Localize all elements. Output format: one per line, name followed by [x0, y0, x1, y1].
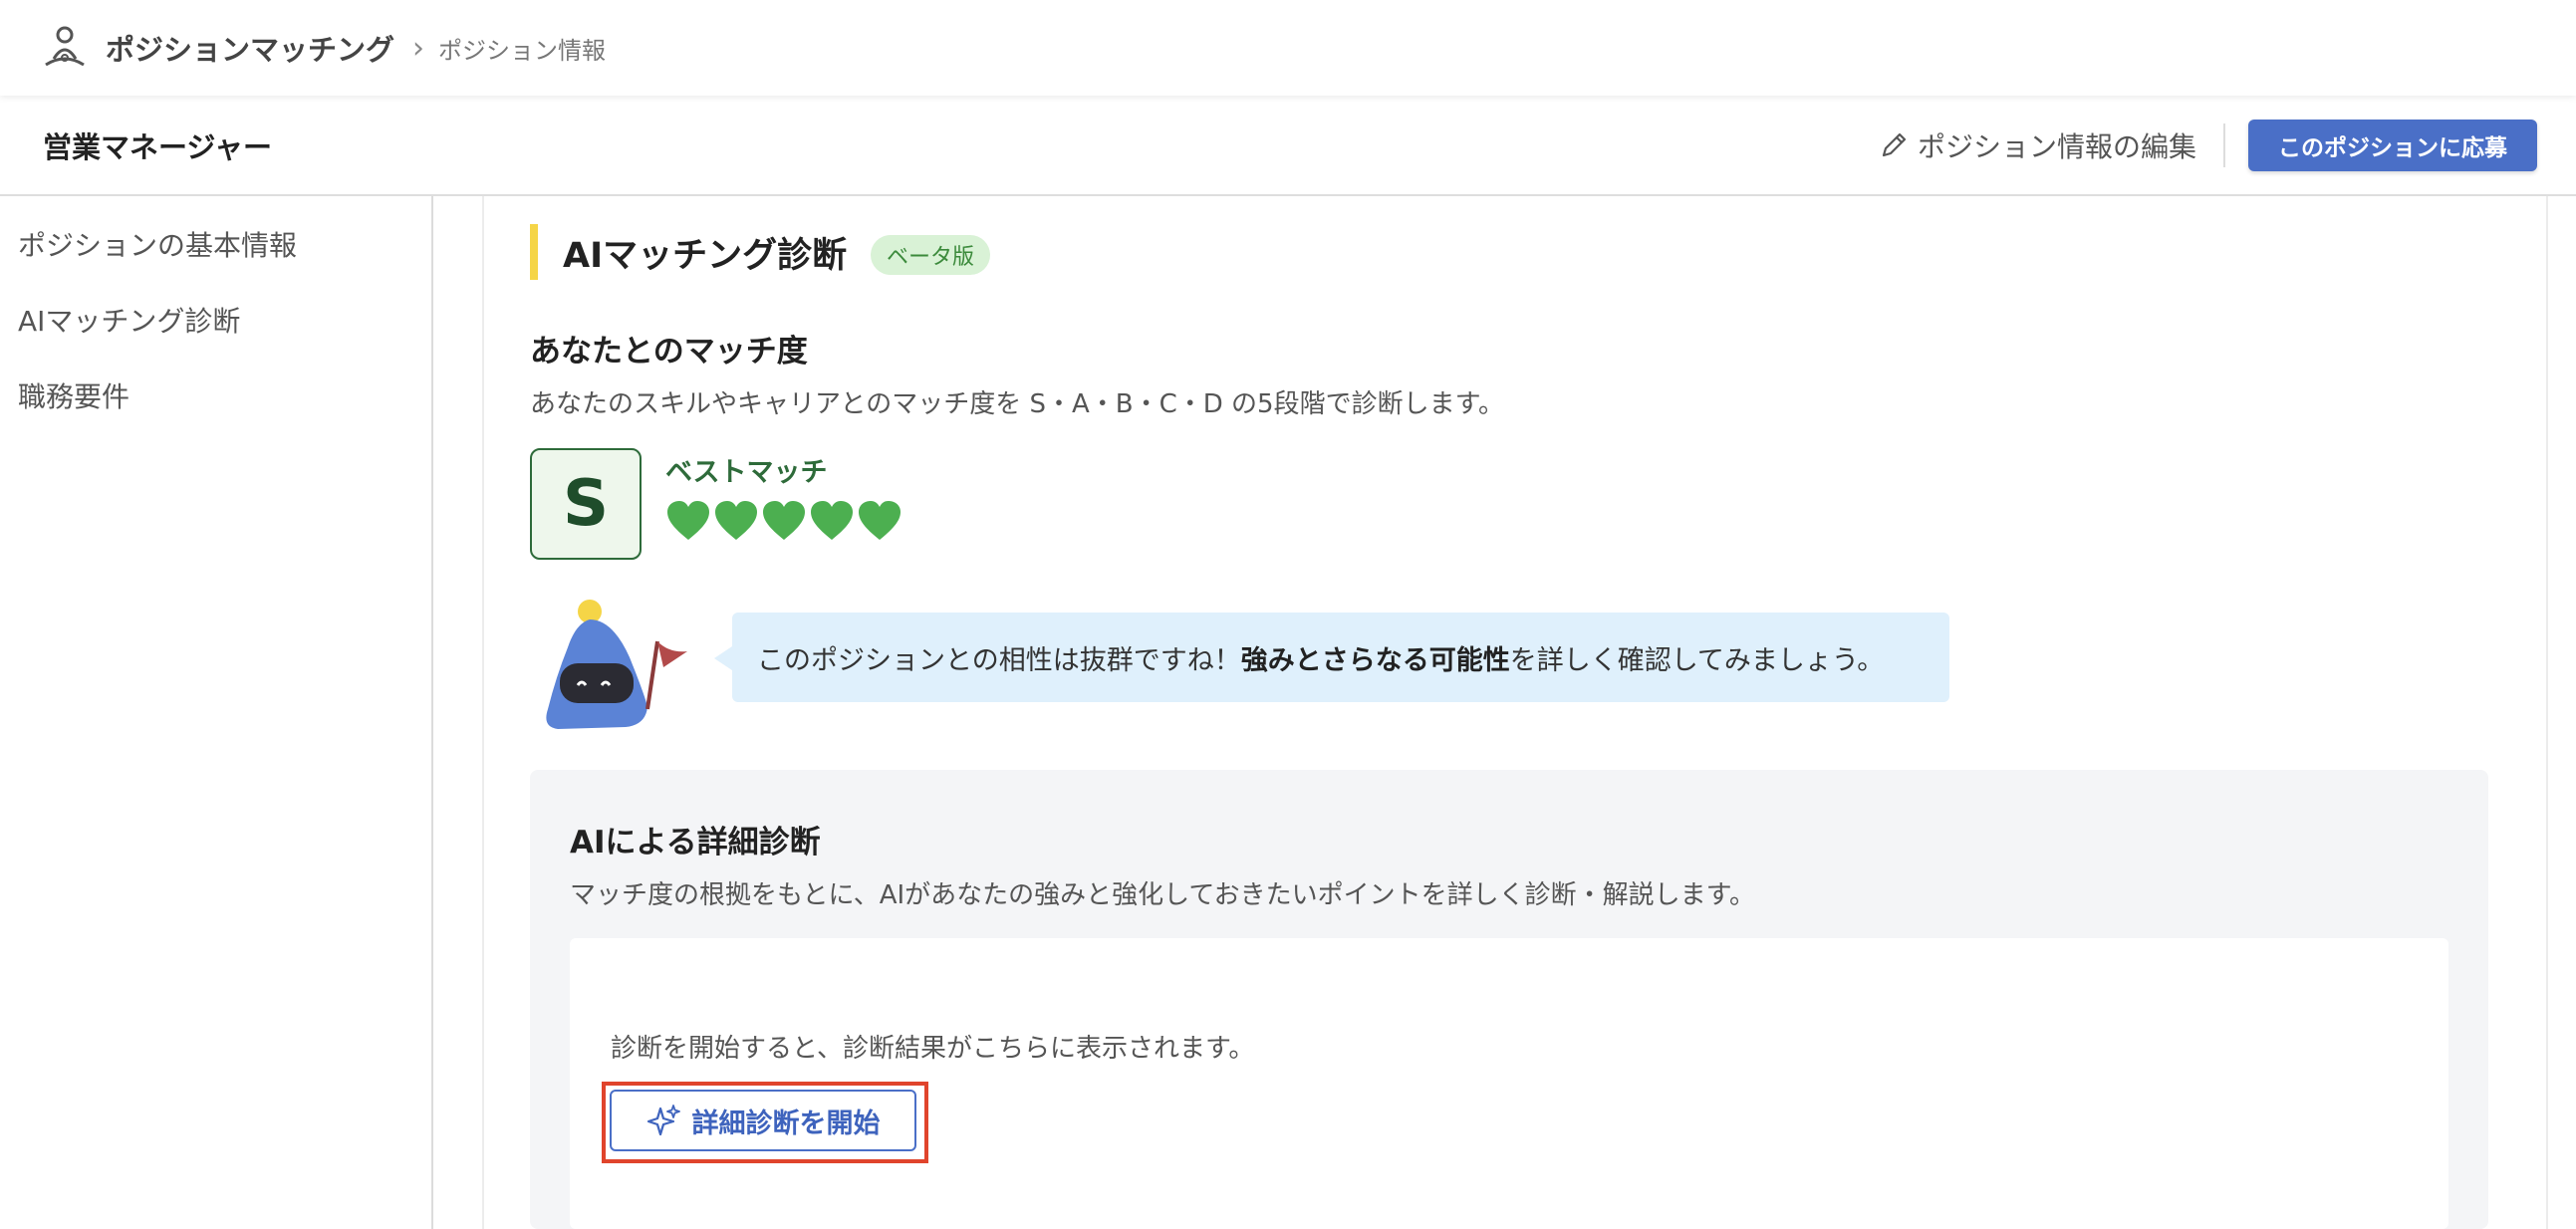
divider [2223, 123, 2225, 167]
section-title: AIマッチング診断 [563, 236, 848, 276]
bubble-text-pre: このポジションとの相性は抜群ですね！ [757, 644, 1241, 676]
match-hearts [665, 500, 904, 542]
heart-icon [811, 501, 853, 540]
grade-badge: S [530, 448, 642, 560]
sparkle-icon [646, 1105, 680, 1136]
detail-description: マッチ度の根拠をもとに、AIがあなたの強みと強化しておきたいポイントを詳しく診断… [570, 880, 1755, 910]
app-title[interactable]: ポジションマッチング [106, 27, 394, 69]
edit-position-link[interactable]: ポジション情報の編集 [1878, 125, 2196, 165]
bubble-text-bold: 強みとさらなる可能性 [1240, 644, 1510, 676]
beta-badge: ベータ版 [871, 235, 991, 275]
match-description: あなたのスキルやキャリアとのマッチ度を S・A・B・C・D の5段階で診断します… [530, 389, 1504, 419]
match-heading: あなたとのマッチ度 [530, 334, 808, 369]
top-bar: ポジションマッチング › ポジション情報 [0, 0, 2576, 96]
section-accent-bar [530, 224, 538, 280]
mascot-speech-bubble: このポジションとの相性は抜群ですね！ 強みとさらなる可能性 を詳しく確認してみましょ… [714, 613, 1949, 702]
apply-button[interactable]: このポジションに応募 [2248, 120, 2537, 171]
grade-label: ベストマッチ [665, 457, 828, 488]
detail-heading: AIによる詳細診断 [570, 825, 821, 860]
start-diagnosis-button[interactable]: 詳細診断を開始 [610, 1090, 916, 1151]
position-header: 営業マネージャー ポジション情報の編集 このポジションに応募 [0, 96, 2576, 196]
sidebar-item-job-requirements[interactable]: 職務要件 [18, 375, 129, 415]
sidebar-nav: ポジションの基本情報 AIマッチング診断 職務要件 [0, 196, 433, 1229]
robot-mascot-icon [546, 600, 687, 729]
pencil-icon [1882, 132, 1907, 156]
sidebar-item-basic-info[interactable]: ポジションの基本情報 [18, 224, 297, 264]
meditation-logo-icon [45, 26, 85, 67]
heart-icon [715, 501, 757, 540]
edit-position-label: ポジション情報の編集 [1918, 129, 2197, 163]
bubble-text-post: を詳しく確認してみましょう。 [1509, 644, 1885, 676]
heart-icon [667, 501, 709, 540]
heart-icon [763, 501, 805, 540]
start-diagnosis-label: 詳細診断を開始 [691, 1107, 881, 1139]
diagnosis-placeholder-text: 診断を開始すると、診断結果がこちらに表示されます。 [611, 1034, 1255, 1064]
position-title: 営業マネージャー [43, 129, 272, 164]
breadcrumb-current: ポジション情報 [438, 36, 607, 65]
sidebar-item-ai-matching[interactable]: AIマッチング診断 [18, 300, 240, 340]
breadcrumb-chevron-icon: › [412, 30, 425, 66]
heart-icon [859, 501, 901, 540]
